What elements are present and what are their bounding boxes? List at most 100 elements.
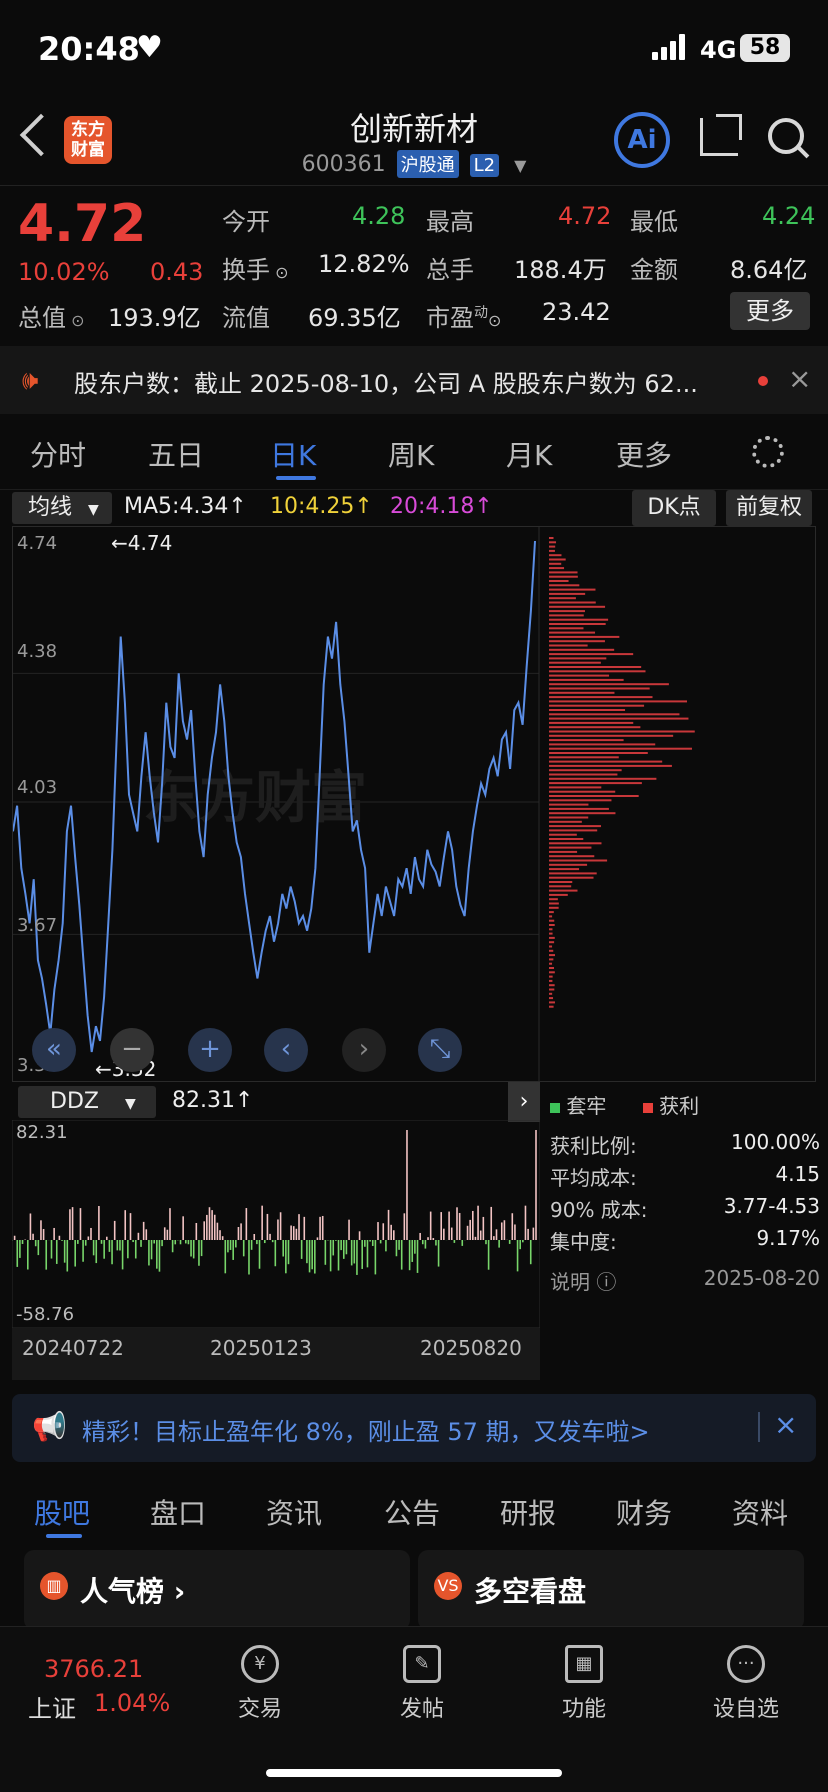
profit-legend-swatch [642, 1103, 653, 1113]
chip-bar [549, 678, 624, 681]
index-name[interactable]: 上证 [28, 1689, 76, 1724]
chip-bar [549, 640, 605, 643]
chip-bar [549, 992, 553, 995]
ma-selector[interactable]: 均线 ▼ [12, 492, 112, 524]
indicator-value: 82.31↑ [172, 1088, 254, 1113]
price-chart-svg: 东方财富 [13, 527, 695, 1083]
chip-bar [549, 700, 688, 703]
tab-announcements[interactable]: 公告 [384, 1492, 440, 1532]
tab-forum[interactable]: 股吧 [34, 1492, 90, 1532]
chip-bar [549, 627, 584, 630]
close-icon[interactable]: × [774, 1408, 797, 1441]
nav-trade[interactable]: ¥ 交易 [210, 1645, 310, 1723]
l2-badge: L2 [469, 154, 500, 177]
megaphone-icon: 📢 [32, 1410, 67, 1443]
pe-label: 市盈动⊙ [426, 304, 502, 332]
zoom-out-icon[interactable]: − [110, 1028, 154, 1072]
promo-banner[interactable]: 📢 精彩！目标止盈年化 8%，刚止盈 57 期，又发车啦> × [12, 1394, 816, 1462]
ai-button[interactable]: Ai [614, 112, 670, 168]
tab-profile[interactable]: 资料 [732, 1492, 788, 1532]
chip-bar [549, 958, 554, 961]
chip-bar [549, 928, 553, 931]
gear-icon[interactable] [752, 436, 784, 468]
dk-point-button[interactable]: DK点 [632, 490, 716, 526]
chip-bar [549, 919, 555, 922]
chip-bar [549, 855, 595, 858]
tab-order-book[interactable]: 盘口 [150, 1492, 206, 1532]
adjust-button[interactable]: 前复权 [726, 490, 812, 526]
tab-weekly-k[interactable]: 周K [388, 434, 434, 474]
chip-bar [549, 932, 553, 935]
notice-text: 股东户数：截止 2025-08-10，公司 A 股股东户数为 62... [74, 370, 698, 398]
signal-icon [652, 34, 685, 60]
tab-more[interactable]: 更多 [616, 434, 672, 474]
chip-bar [549, 580, 569, 582]
chip-note-row[interactable]: 说明 ⓘ 2025-08-20 [550, 1266, 820, 1298]
float-label: 流值 [222, 304, 270, 332]
high-value: 4.72 [558, 202, 612, 230]
chip-bar [549, 979, 553, 982]
tab-news[interactable]: 资讯 [266, 1492, 322, 1532]
clock: 20:48 [38, 30, 140, 68]
chip-bar [549, 696, 653, 699]
indicator-selector[interactable]: DDZ ▼ [18, 1086, 156, 1118]
turnover-value: 12.82% [318, 250, 410, 278]
tab-research[interactable]: 研报 [500, 1492, 556, 1532]
chip-bar [549, 691, 615, 694]
chip-bar [549, 562, 562, 565]
nav-functions[interactable]: ▦ 功能 [534, 1645, 634, 1723]
chip-bar [549, 945, 553, 948]
chip-bar [549, 967, 555, 969]
chip-bar [549, 661, 601, 664]
chip-bar [549, 734, 674, 737]
index-value[interactable]: 3766.21 [44, 1655, 143, 1683]
chip-bar [549, 799, 612, 802]
price-chart[interactable]: 东方财富 4.74 4.38 4.03 3.67 3.32 ←4.74 ←3.3… [12, 526, 816, 1083]
indicator-chart[interactable] [12, 1120, 540, 1328]
chip-bar [549, 545, 556, 548]
tab-daily-k[interactable]: 日K [270, 434, 316, 474]
change-amount: 0.43 [150, 258, 204, 286]
tab-five-day[interactable]: 五日 [148, 434, 204, 474]
amount-value: 8.64亿 [730, 256, 808, 284]
chip-bar [549, 726, 641, 729]
chip-bar [549, 752, 648, 754]
ma-row: 均线 ▼ MA5:4.34↑ 10:4.25↑ 20:4.18↑ DK点 前复权 [0, 490, 828, 530]
rewind-icon[interactable]: « [32, 1028, 76, 1072]
chevron-left-icon[interactable]: ‹ [264, 1028, 308, 1072]
bull-bear-card[interactable]: VS 多空看盘 [418, 1550, 804, 1630]
popularity-card[interactable]: ▥ 人气榜 › [24, 1550, 410, 1630]
stat-row: 集中度: 9.17% [550, 1226, 820, 1254]
nav-post[interactable]: ✎ 发帖 [372, 1645, 472, 1723]
ma5-value: MA5:4.34↑ [124, 494, 247, 519]
tab-intraday[interactable]: 分时 [30, 434, 86, 474]
close-icon[interactable]: × [788, 362, 811, 395]
chip-bar [549, 670, 646, 673]
content-tabs: 股吧 盘口 资讯 公告 研报 财务 资料 [0, 1474, 828, 1544]
chip-bar [549, 704, 645, 707]
promo-text: 精彩！目标止盈年化 8%，刚止盈 57 期，又发车啦> [82, 1418, 650, 1446]
tab-financials[interactable]: 财务 [616, 1492, 672, 1532]
chip-bar [549, 592, 586, 595]
reset-icon[interactable]: ⤡ [418, 1028, 462, 1072]
tab-monthly-k[interactable]: 月K [506, 434, 552, 474]
chip-bar [549, 825, 602, 828]
more-button[interactable]: 更多 [730, 292, 810, 330]
float-value: 69.35亿 [308, 304, 401, 332]
chevron-right-icon[interactable]: › [342, 1028, 386, 1072]
index-change[interactable]: 1.04% [94, 1689, 170, 1717]
chevron-right-icon[interactable]: › [508, 1082, 540, 1122]
zoom-in-icon[interactable]: + [188, 1028, 232, 1072]
chip-bar [549, 1001, 555, 1004]
chart-icon: ▥ [40, 1572, 68, 1600]
stat-row: 90% 成本: 3.77-4.53 [550, 1194, 820, 1222]
chip-bar [549, 881, 573, 883]
period-tabs: 分时 五日 日K 周K 月K 更多 [0, 414, 828, 490]
chip-bar [549, 635, 620, 638]
x-tick: 20240722 [22, 1336, 124, 1360]
chip-bar [549, 924, 555, 926]
title-bar: 东方 财富 创新新材 600361 沪股通 L2 ▼ Ai [0, 96, 828, 186]
chip-bar [549, 713, 680, 716]
nav-watchlist[interactable]: ··· 设自选 [696, 1645, 796, 1723]
notice-bar[interactable]: 🕪 股东户数：截止 2025-08-10，公司 A 股股东户数为 62... × [0, 346, 828, 414]
